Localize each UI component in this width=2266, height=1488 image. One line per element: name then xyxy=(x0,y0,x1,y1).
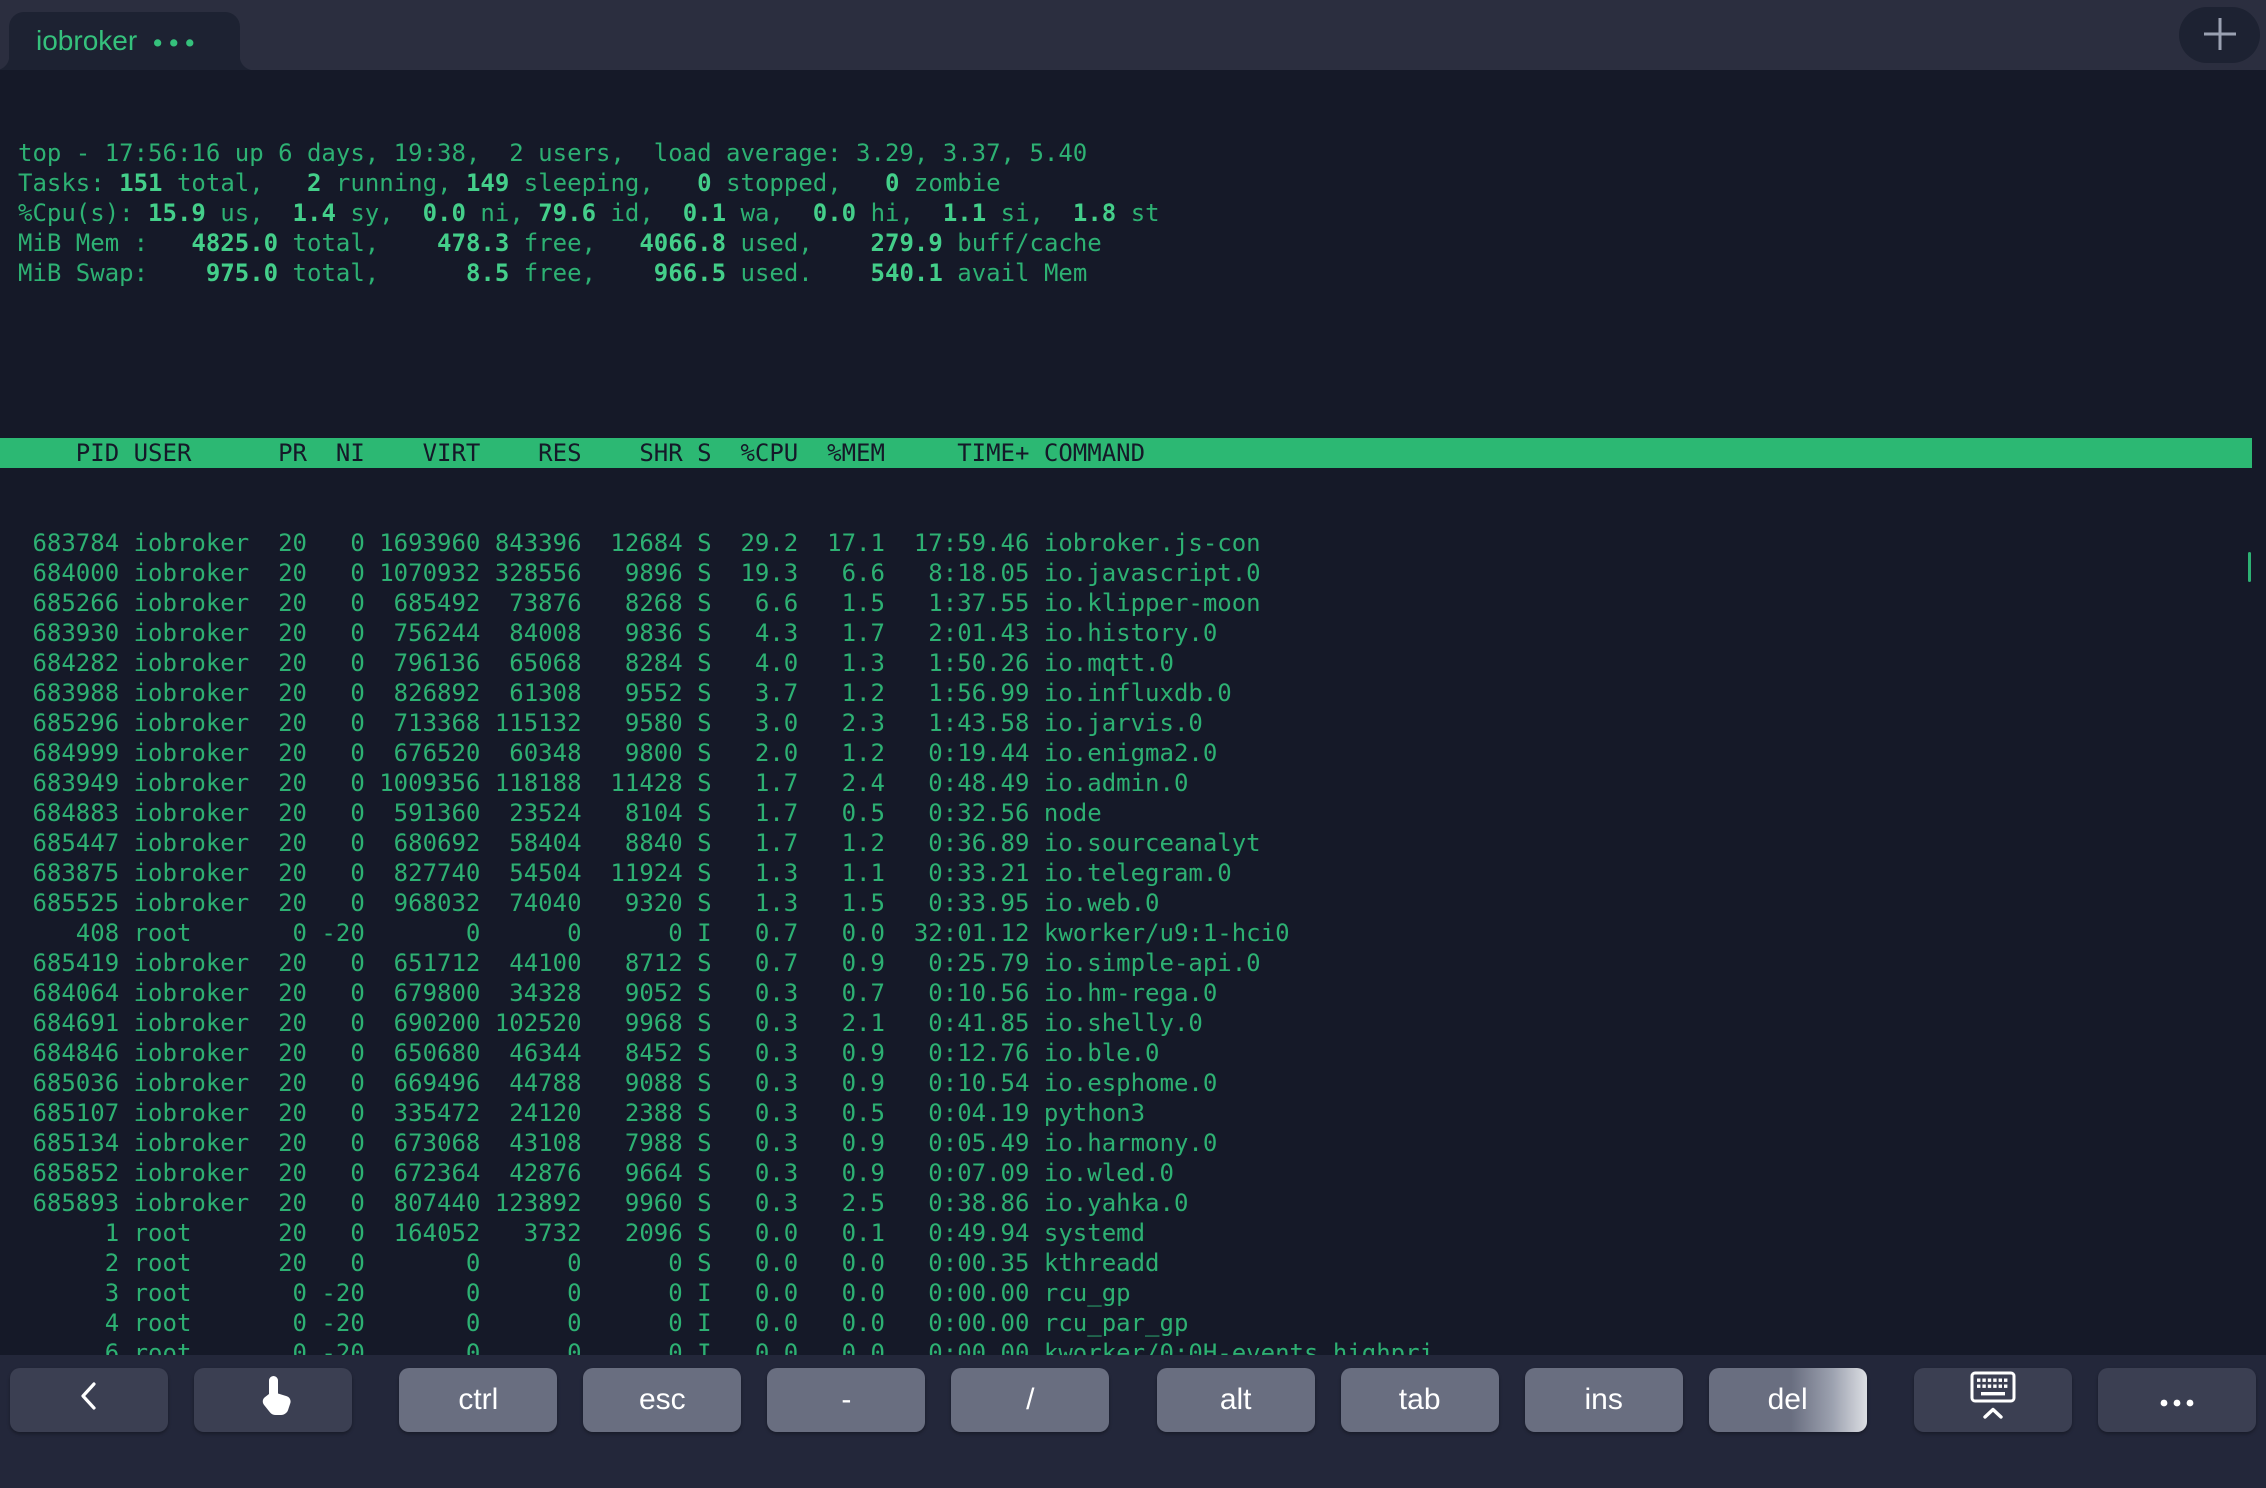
tab-iobroker[interactable]: iobroker ••• xyxy=(9,12,240,70)
keyboard-toggle-key[interactable] xyxy=(1914,1368,2072,1432)
esc-key[interactable]: esc xyxy=(583,1368,741,1432)
process-row: 683875 iobroker 20 0 827740 54504 11924 … xyxy=(18,858,2266,888)
key-label: esc xyxy=(639,1383,686,1417)
process-row: 2 root 20 0 0 0 0 S 0.0 0.0 0:00.35 kthr… xyxy=(18,1248,2266,1278)
del-key[interactable]: del xyxy=(1709,1368,1867,1432)
keyboard-chevron-up-icon xyxy=(1962,1370,2024,1430)
process-row: 684282 iobroker 20 0 796136 65068 8284 S… xyxy=(18,648,2266,678)
key-label: tab xyxy=(1399,1383,1441,1417)
scroll-indicator xyxy=(2248,552,2251,582)
process-row: 408 root 0 -20 0 0 0 I 0.7 0.0 32:01.12 … xyxy=(18,918,2266,948)
process-row: 685134 iobroker 20 0 673068 43108 7988 S… xyxy=(18,1128,2266,1158)
process-row: 685296 iobroker 20 0 713368 115132 9580 … xyxy=(18,708,2266,738)
touch-mode-key[interactable] xyxy=(194,1368,352,1432)
app-window: iobroker ••• top - 17:56:16 up 6 days, 1… xyxy=(0,0,2266,1488)
process-row: 684883 iobroker 20 0 591360 23524 8104 S… xyxy=(18,798,2266,828)
ctrl-key[interactable]: ctrl xyxy=(399,1368,557,1432)
tab-menu-icon[interactable]: ••• xyxy=(150,27,198,56)
summary-line: MiB Mem : 4825.0 total, 478.3 free, 4066… xyxy=(18,228,2266,258)
key-label: ctrl xyxy=(458,1383,498,1417)
process-row: 683949 iobroker 20 0 1009356 118188 1142… xyxy=(18,768,2266,798)
tab-bar: iobroker ••• xyxy=(0,0,2266,70)
process-row: 1 root 20 0 164052 3732 2096 S 0.0 0.1 0… xyxy=(18,1218,2266,1248)
summary-line: %Cpu(s): 15.9 us, 1.4 sy, 0.0 ni, 79.6 i… xyxy=(18,198,2266,228)
process-row: 3 root 0 -20 0 0 0 I 0.0 0.0 0:00.00 rcu… xyxy=(18,1278,2266,1308)
summary-line: Tasks: 151 total, 2 running, 149 sleepin… xyxy=(18,168,2266,198)
tab-key[interactable]: tab xyxy=(1341,1368,1499,1432)
key-group xyxy=(1914,1368,2256,1432)
process-row: 684000 iobroker 20 0 1070932 328556 9896… xyxy=(18,558,2266,588)
process-row: 683930 iobroker 20 0 756244 84008 9836 S… xyxy=(18,618,2266,648)
key-label: alt xyxy=(1220,1383,1252,1417)
key-label: / xyxy=(1026,1383,1034,1417)
touch-pointer-icon xyxy=(255,1374,291,1426)
terminal-output[interactable]: top - 17:56:16 up 6 days, 19:38, 2 users… xyxy=(0,70,2266,1355)
process-row: 685893 iobroker 20 0 807440 123892 9960 … xyxy=(18,1188,2266,1218)
key-group: ctrl esc - / xyxy=(399,1368,1109,1432)
slash-key[interactable]: / xyxy=(951,1368,1109,1432)
process-row: 685036 iobroker 20 0 669496 44788 9088 S… xyxy=(18,1068,2266,1098)
process-row: 4 root 0 -20 0 0 0 I 0.0 0.0 0:00.00 rcu… xyxy=(18,1308,2266,1338)
process-table-header: PID USER PR NI VIRT RES SHR S %CPU %MEM … xyxy=(0,438,2252,468)
process-row: 685419 iobroker 20 0 651712 44100 8712 S… xyxy=(18,948,2266,978)
process-row: 685852 iobroker 20 0 672364 42876 9664 S… xyxy=(18,1158,2266,1188)
key-group xyxy=(10,1368,352,1432)
key-label: del xyxy=(1768,1383,1808,1417)
chevron-left-icon xyxy=(75,1377,103,1423)
process-row: 684846 iobroker 20 0 650680 46344 8452 S… xyxy=(18,1038,2266,1068)
process-row: 685266 iobroker 20 0 685492 73876 8268 S… xyxy=(18,588,2266,618)
process-table: 683784 iobroker 20 0 1693960 843396 1268… xyxy=(18,528,2266,1355)
tab-title: iobroker xyxy=(36,25,137,57)
key-label: ins xyxy=(1584,1383,1622,1417)
process-row: 6 root 0 -20 0 0 0 I 0.0 0.0 0:00.00 kwo… xyxy=(18,1338,2266,1355)
process-row: 684999 iobroker 20 0 676520 60348 9800 S… xyxy=(18,738,2266,768)
process-row: 685525 iobroker 20 0 968032 74040 9320 S… xyxy=(18,888,2266,918)
plus-icon xyxy=(2199,13,2241,58)
key-toolbar: ctrl esc - / alt tab ins del xyxy=(0,1355,2266,1488)
process-row: 684064 iobroker 20 0 679800 34328 9052 S… xyxy=(18,978,2266,1008)
ellipsis-icon xyxy=(2157,1383,2197,1417)
top-summary: top - 17:56:16 up 6 days, 19:38, 2 users… xyxy=(18,138,2266,288)
dash-key[interactable]: - xyxy=(767,1368,925,1432)
process-row: 685107 iobroker 20 0 335472 24120 2388 S… xyxy=(18,1098,2266,1128)
ins-key[interactable]: ins xyxy=(1525,1368,1683,1432)
process-row: 685447 iobroker 20 0 680692 58404 8840 S… xyxy=(18,828,2266,858)
process-row: 683784 iobroker 20 0 1693960 843396 1268… xyxy=(18,528,2266,558)
key-label: - xyxy=(841,1383,851,1417)
blank-line xyxy=(18,348,2266,378)
process-row: 683988 iobroker 20 0 826892 61308 9552 S… xyxy=(18,678,2266,708)
process-row: 684691 iobroker 20 0 690200 102520 9968 … xyxy=(18,1008,2266,1038)
summary-line: top - 17:56:16 up 6 days, 19:38, 2 users… xyxy=(18,138,2266,168)
new-tab-button[interactable] xyxy=(2179,7,2260,63)
key-group: alt tab ins del xyxy=(1157,1368,1867,1432)
alt-key[interactable]: alt xyxy=(1157,1368,1315,1432)
summary-line: MiB Swap: 975.0 total, 8.5 free, 966.5 u… xyxy=(18,258,2266,288)
back-key[interactable] xyxy=(10,1368,168,1432)
more-keys-key[interactable] xyxy=(2098,1368,2256,1432)
